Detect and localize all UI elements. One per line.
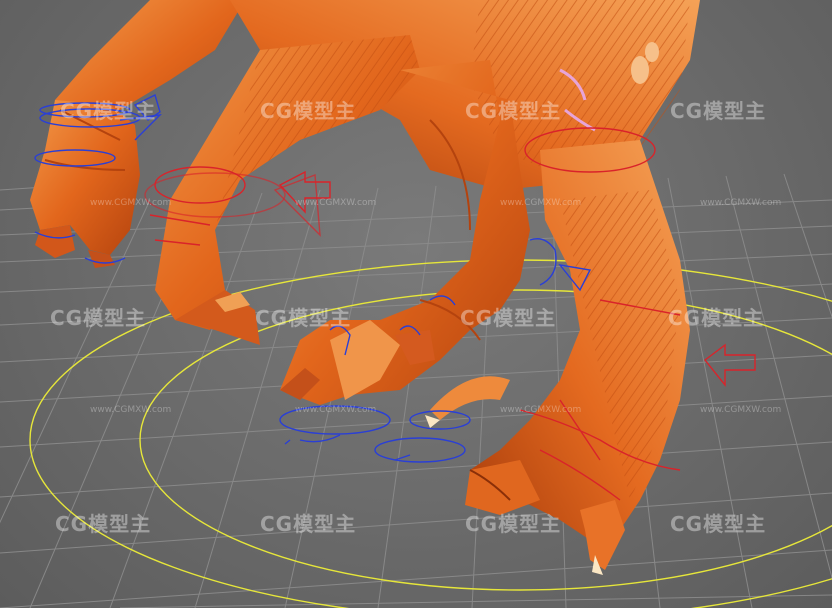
3d-viewport[interactable]: CG模型主 CG模型主 CG模型主 CG模型主 www.CGMXW.com ww… (0, 0, 832, 608)
scene-canvas[interactable] (0, 0, 832, 608)
floor-grid (0, 173, 832, 608)
